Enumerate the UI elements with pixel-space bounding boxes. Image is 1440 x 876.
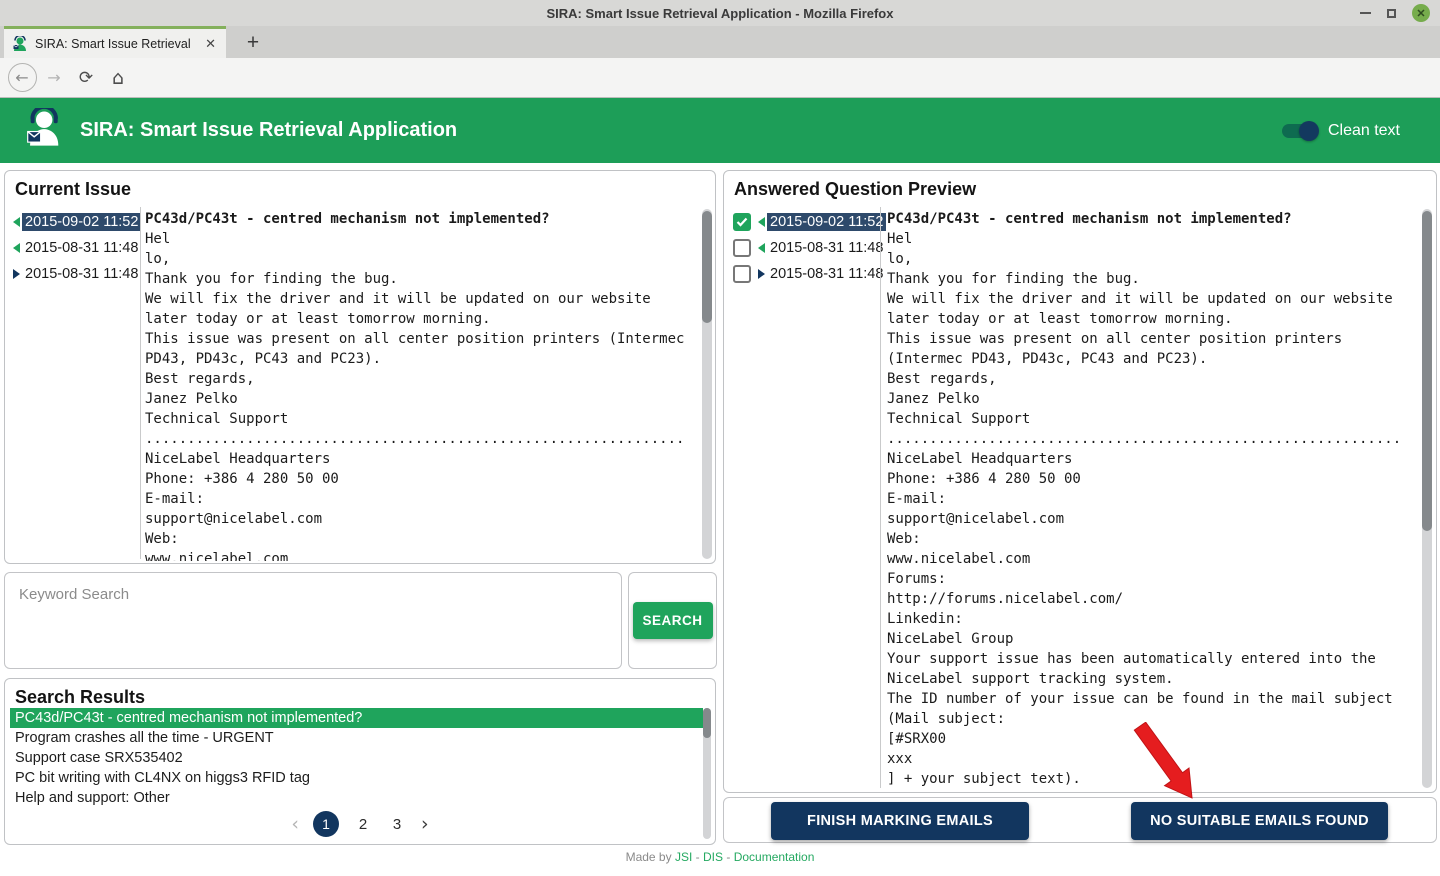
window-title: SIRA: Smart Issue Retrieval Application … bbox=[546, 5, 894, 21]
search-button[interactable]: SEARCH bbox=[632, 602, 713, 639]
date-label[interactable]: 2015-08-31 11:48 bbox=[767, 239, 886, 257]
answered-email-row: 2015-09-02 11:52 bbox=[733, 209, 887, 235]
email-body: Hel lo, Thank you for finding the bug. W… bbox=[887, 231, 1402, 787]
triangle-right-icon bbox=[13, 269, 20, 279]
result-item-selected[interactable]: PC43d/PC43t - centred mechanism not impl… bbox=[10, 708, 703, 728]
email-subject: PC43d/PC43t - centred mechanism not impl… bbox=[145, 211, 550, 227]
close-icon[interactable]: ✕ bbox=[1412, 4, 1430, 22]
email-subject: PC43d/PC43t - centred mechanism not impl… bbox=[887, 211, 1292, 227]
triangle-left-icon bbox=[13, 243, 20, 253]
result-list: PC43d/PC43t - centred mechanism not impl… bbox=[10, 708, 703, 808]
new-tab-button[interactable]: + bbox=[238, 28, 268, 58]
divider bbox=[140, 207, 141, 559]
result-item[interactable]: Program crashes all the time - URGENT bbox=[10, 728, 703, 748]
minimize-icon[interactable] bbox=[1360, 12, 1371, 14]
scrollbar-thumb[interactable] bbox=[703, 708, 711, 738]
date-item[interactable]: 2015-09-02 11:52 bbox=[13, 209, 142, 235]
triangle-left-icon bbox=[758, 243, 765, 253]
tab-sira[interactable]: SIRA: Smart Issue Retrieval ✕ bbox=[4, 26, 226, 58]
result-item[interactable]: PC bit writing with CL4NX on higgs3 RFID… bbox=[10, 768, 703, 788]
checkmark-icon bbox=[736, 217, 748, 227]
checkbox-unchecked[interactable] bbox=[733, 239, 751, 257]
page-next-icon[interactable]: › bbox=[421, 811, 429, 837]
answered-preview-title: Answered Question Preview bbox=[734, 179, 977, 199]
tab-favicon bbox=[13, 35, 26, 51]
date-item[interactable]: 2015-08-31 11:48 bbox=[13, 235, 141, 261]
answered-email-list: 2015-09-02 11:52 2015-08-31 11:48 2015-0… bbox=[733, 209, 887, 287]
toggle-thumb[interactable] bbox=[1298, 120, 1319, 141]
date-item[interactable]: 2015-08-31 11:48 bbox=[13, 261, 141, 287]
footer-link-documentation[interactable]: Documentation bbox=[734, 850, 815, 864]
keyword-search-input[interactable] bbox=[5, 573, 621, 668]
divider bbox=[880, 207, 881, 788]
app-header: SIRA: Smart Issue Retrieval Application … bbox=[0, 98, 1440, 163]
no-suitable-emails-button[interactable]: NO SUITABLE EMAILS FOUND bbox=[1131, 802, 1388, 840]
page-prev-icon[interactable]: ‹ bbox=[291, 811, 299, 837]
date-label-selected[interactable]: 2015-09-02 11:52 bbox=[22, 213, 142, 231]
search-button-box: SEARCH bbox=[628, 572, 717, 669]
answered-preview-panel: Answered Question Preview 2015-09-02 11:… bbox=[723, 170, 1437, 793]
clean-text-toggle[interactable] bbox=[1281, 120, 1319, 141]
current-issue-title: Current Issue bbox=[15, 179, 132, 199]
triangle-right-icon bbox=[758, 269, 765, 279]
forward-button[interactable]: → bbox=[38, 62, 70, 94]
page-2-button[interactable]: 2 bbox=[353, 816, 373, 833]
checkbox-checked[interactable] bbox=[733, 213, 751, 231]
home-button[interactable]: ⌂ bbox=[102, 62, 134, 94]
footer-link-dis[interactable]: DIS bbox=[703, 850, 723, 864]
triangle-left-icon bbox=[13, 217, 20, 227]
footer-prefix: Made by bbox=[625, 850, 672, 864]
answered-email-row: 2015-08-31 11:48 bbox=[733, 261, 886, 287]
app-title: SIRA: Smart Issue Retrieval Application bbox=[80, 119, 458, 141]
keyword-search-box bbox=[4, 572, 622, 669]
back-button[interactable]: ← bbox=[6, 62, 38, 94]
date-label[interactable]: 2015-08-31 11:48 bbox=[767, 265, 886, 283]
current-issue-date-list: 2015-09-02 11:52 2015-08-31 11:48 2015-0… bbox=[13, 209, 142, 287]
restore-icon[interactable] bbox=[1387, 8, 1396, 18]
red-arrow-annotation bbox=[1133, 722, 1193, 799]
date-label-selected[interactable]: 2015-09-02 11:52 bbox=[767, 213, 887, 231]
date-label[interactable]: 2015-08-31 11:48 bbox=[22, 239, 141, 257]
answered-preview-email: PC43d/PC43t - centred mechanism not impl… bbox=[887, 209, 1418, 790]
search-results-title: Search Results bbox=[15, 687, 146, 707]
tab-bar: SIRA: Smart Issue Retrieval ✕ + bbox=[0, 26, 1440, 58]
triangle-left-icon bbox=[758, 217, 765, 227]
scrollbar-thumb[interactable] bbox=[702, 211, 712, 323]
email-body: Hel lo, Thank you for finding the bug. W… bbox=[145, 231, 685, 561]
pagination: ‹ 1 2 3 › bbox=[5, 811, 715, 837]
refresh-button[interactable]: ⟳ bbox=[70, 62, 102, 94]
footer-separator: - bbox=[726, 850, 731, 864]
scrollbar-thumb[interactable] bbox=[1422, 211, 1432, 531]
footer: Made by JSI - DIS - Documentation bbox=[0, 850, 1440, 864]
tab-title: SIRA: Smart Issue Retrieval bbox=[35, 36, 191, 51]
current-issue-panel: Current Issue 2015-09-02 11:52 2015-08-3… bbox=[4, 170, 716, 564]
tab-close-icon[interactable]: ✕ bbox=[203, 36, 218, 52]
back-icon: ← bbox=[7, 63, 37, 92]
search-results-panel: Search Results PC43d/PC43t - centred mec… bbox=[4, 678, 716, 845]
page-3-button[interactable]: 3 bbox=[387, 816, 407, 833]
navigation-toolbar: ← → ⟳ ⌂ i localhost:3000/?issueID=76748 … bbox=[0, 58, 1440, 151]
checkbox-unchecked[interactable] bbox=[733, 265, 751, 283]
window-titlebar: SIRA: Smart Issue Retrieval Application … bbox=[0, 0, 1440, 26]
footer-separator: - bbox=[695, 850, 700, 864]
footer-link-jsi[interactable]: JSI bbox=[675, 850, 692, 864]
sira-logo-icon bbox=[24, 104, 62, 153]
clean-text-label: Clean text bbox=[1327, 121, 1400, 139]
actions-bar: FINISH MARKING EMAILS NO SUITABLE EMAILS… bbox=[723, 797, 1437, 843]
answered-email-row: 2015-08-31 11:48 bbox=[733, 235, 886, 261]
date-label[interactable]: 2015-08-31 11:48 bbox=[22, 265, 141, 283]
page-1-button[interactable]: 1 bbox=[313, 811, 339, 837]
finish-marking-emails-button[interactable]: FINISH MARKING EMAILS bbox=[771, 802, 1029, 840]
result-item[interactable]: Support case SRX535402 bbox=[10, 748, 703, 768]
result-item[interactable]: Help and support: Other bbox=[10, 788, 703, 808]
current-issue-email: PC43d/PC43t - centred mechanism not impl… bbox=[145, 209, 705, 561]
